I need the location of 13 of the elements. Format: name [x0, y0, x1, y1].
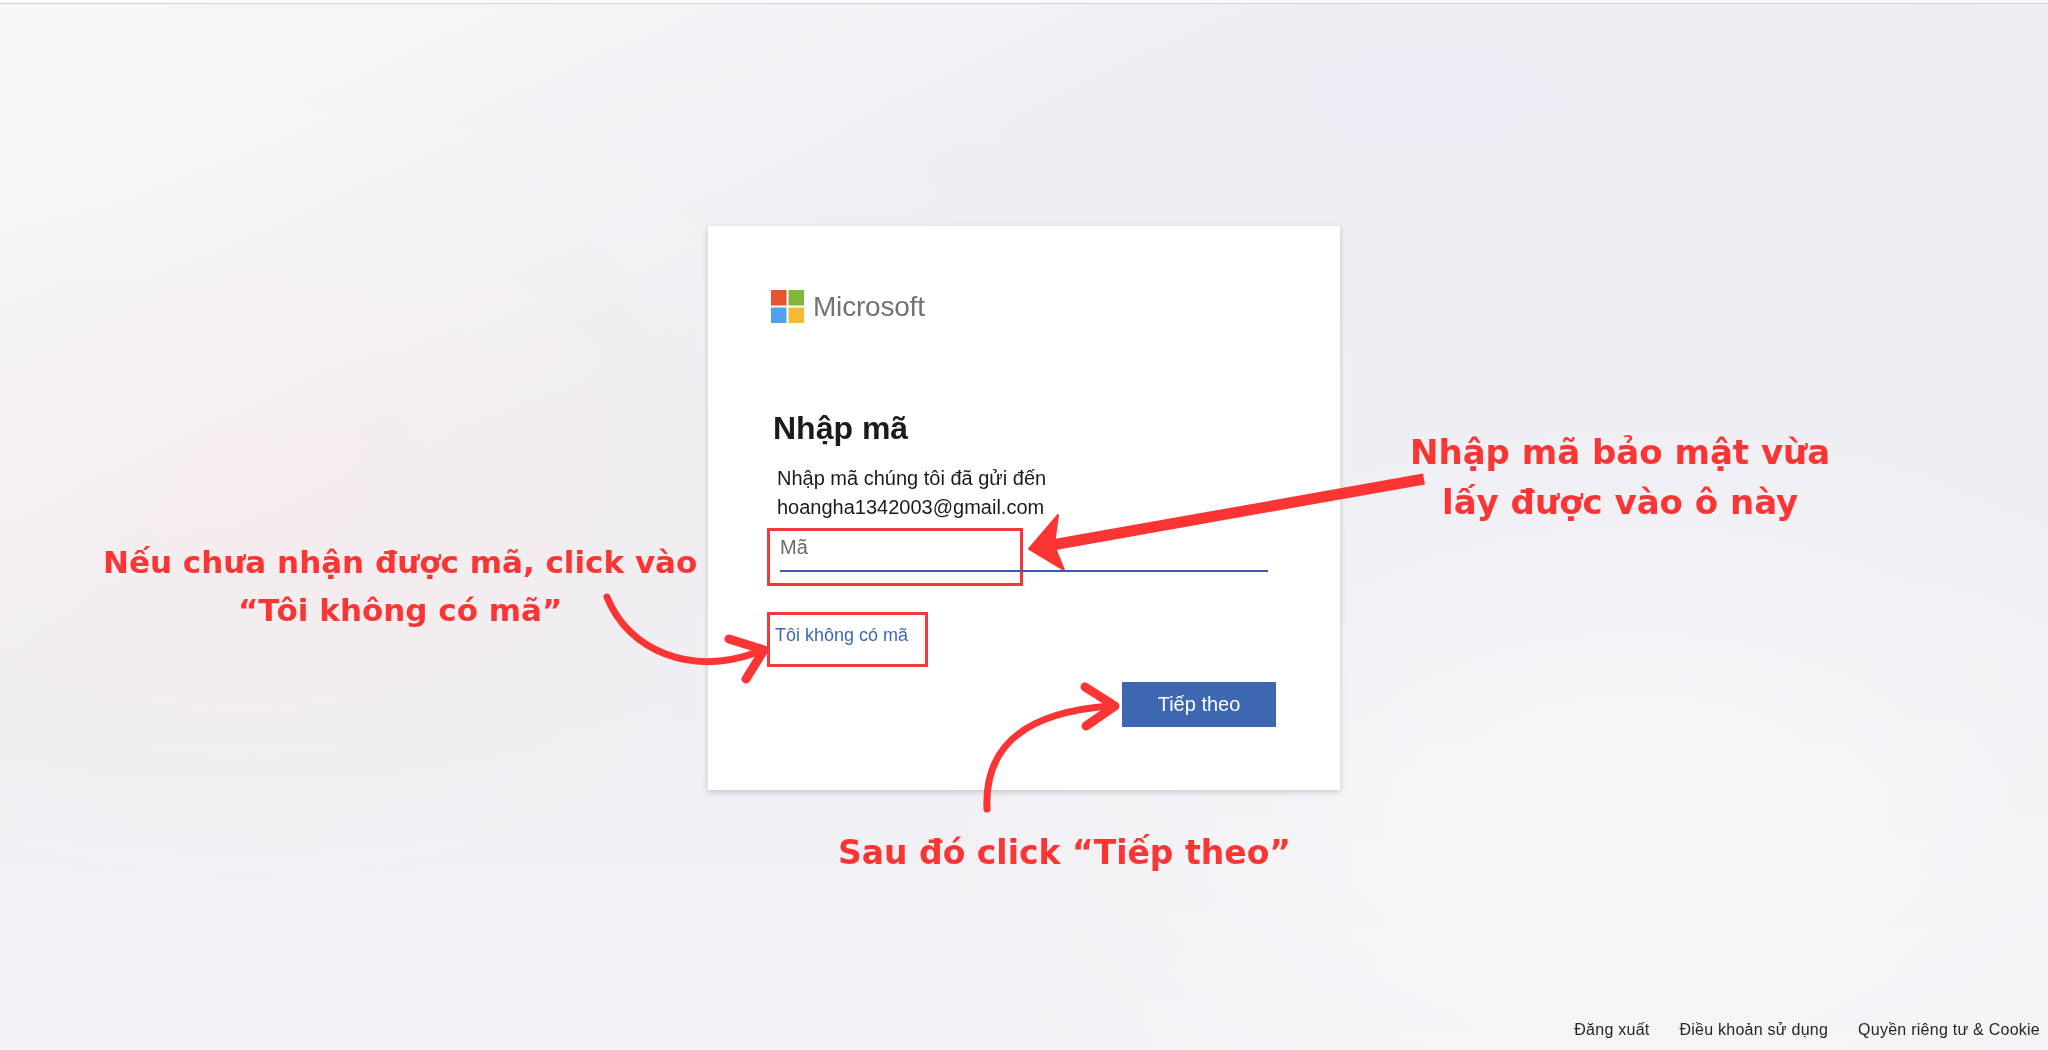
email-address: hoangha1342003@gmail.com: [777, 495, 1045, 520]
brand-name: Microsoft: [813, 290, 925, 323]
page-title: Nhập mã: [773, 409, 909, 448]
instruction-text: Nhập mã chúng tôi đã gửi đến: [777, 466, 1047, 491]
logo-icon: [771, 290, 804, 323]
annotation-text: Nhập mã bảo mật vừa lấy được vào ô này: [1410, 431, 1831, 524]
footer-link[interactable]: Đăng xuất: [1574, 1020, 1650, 1040]
no-code-link[interactable]: Tôi không có mã: [775, 623, 909, 647]
next-button[interactable]: Tiếp theo: [1122, 682, 1276, 727]
footer-link[interactable]: Điều khoản sử dụng: [1679, 1020, 1829, 1040]
annotation-text: Nếu chưa nhận được mã, click vào “Tôi không có mã”: [103, 543, 698, 630]
annotation-text: Sau đó click “Tiếp theo”: [838, 832, 1291, 874]
footer-link[interactable]: Quyền riêng tư & Cookie: [1858, 1020, 2040, 1040]
